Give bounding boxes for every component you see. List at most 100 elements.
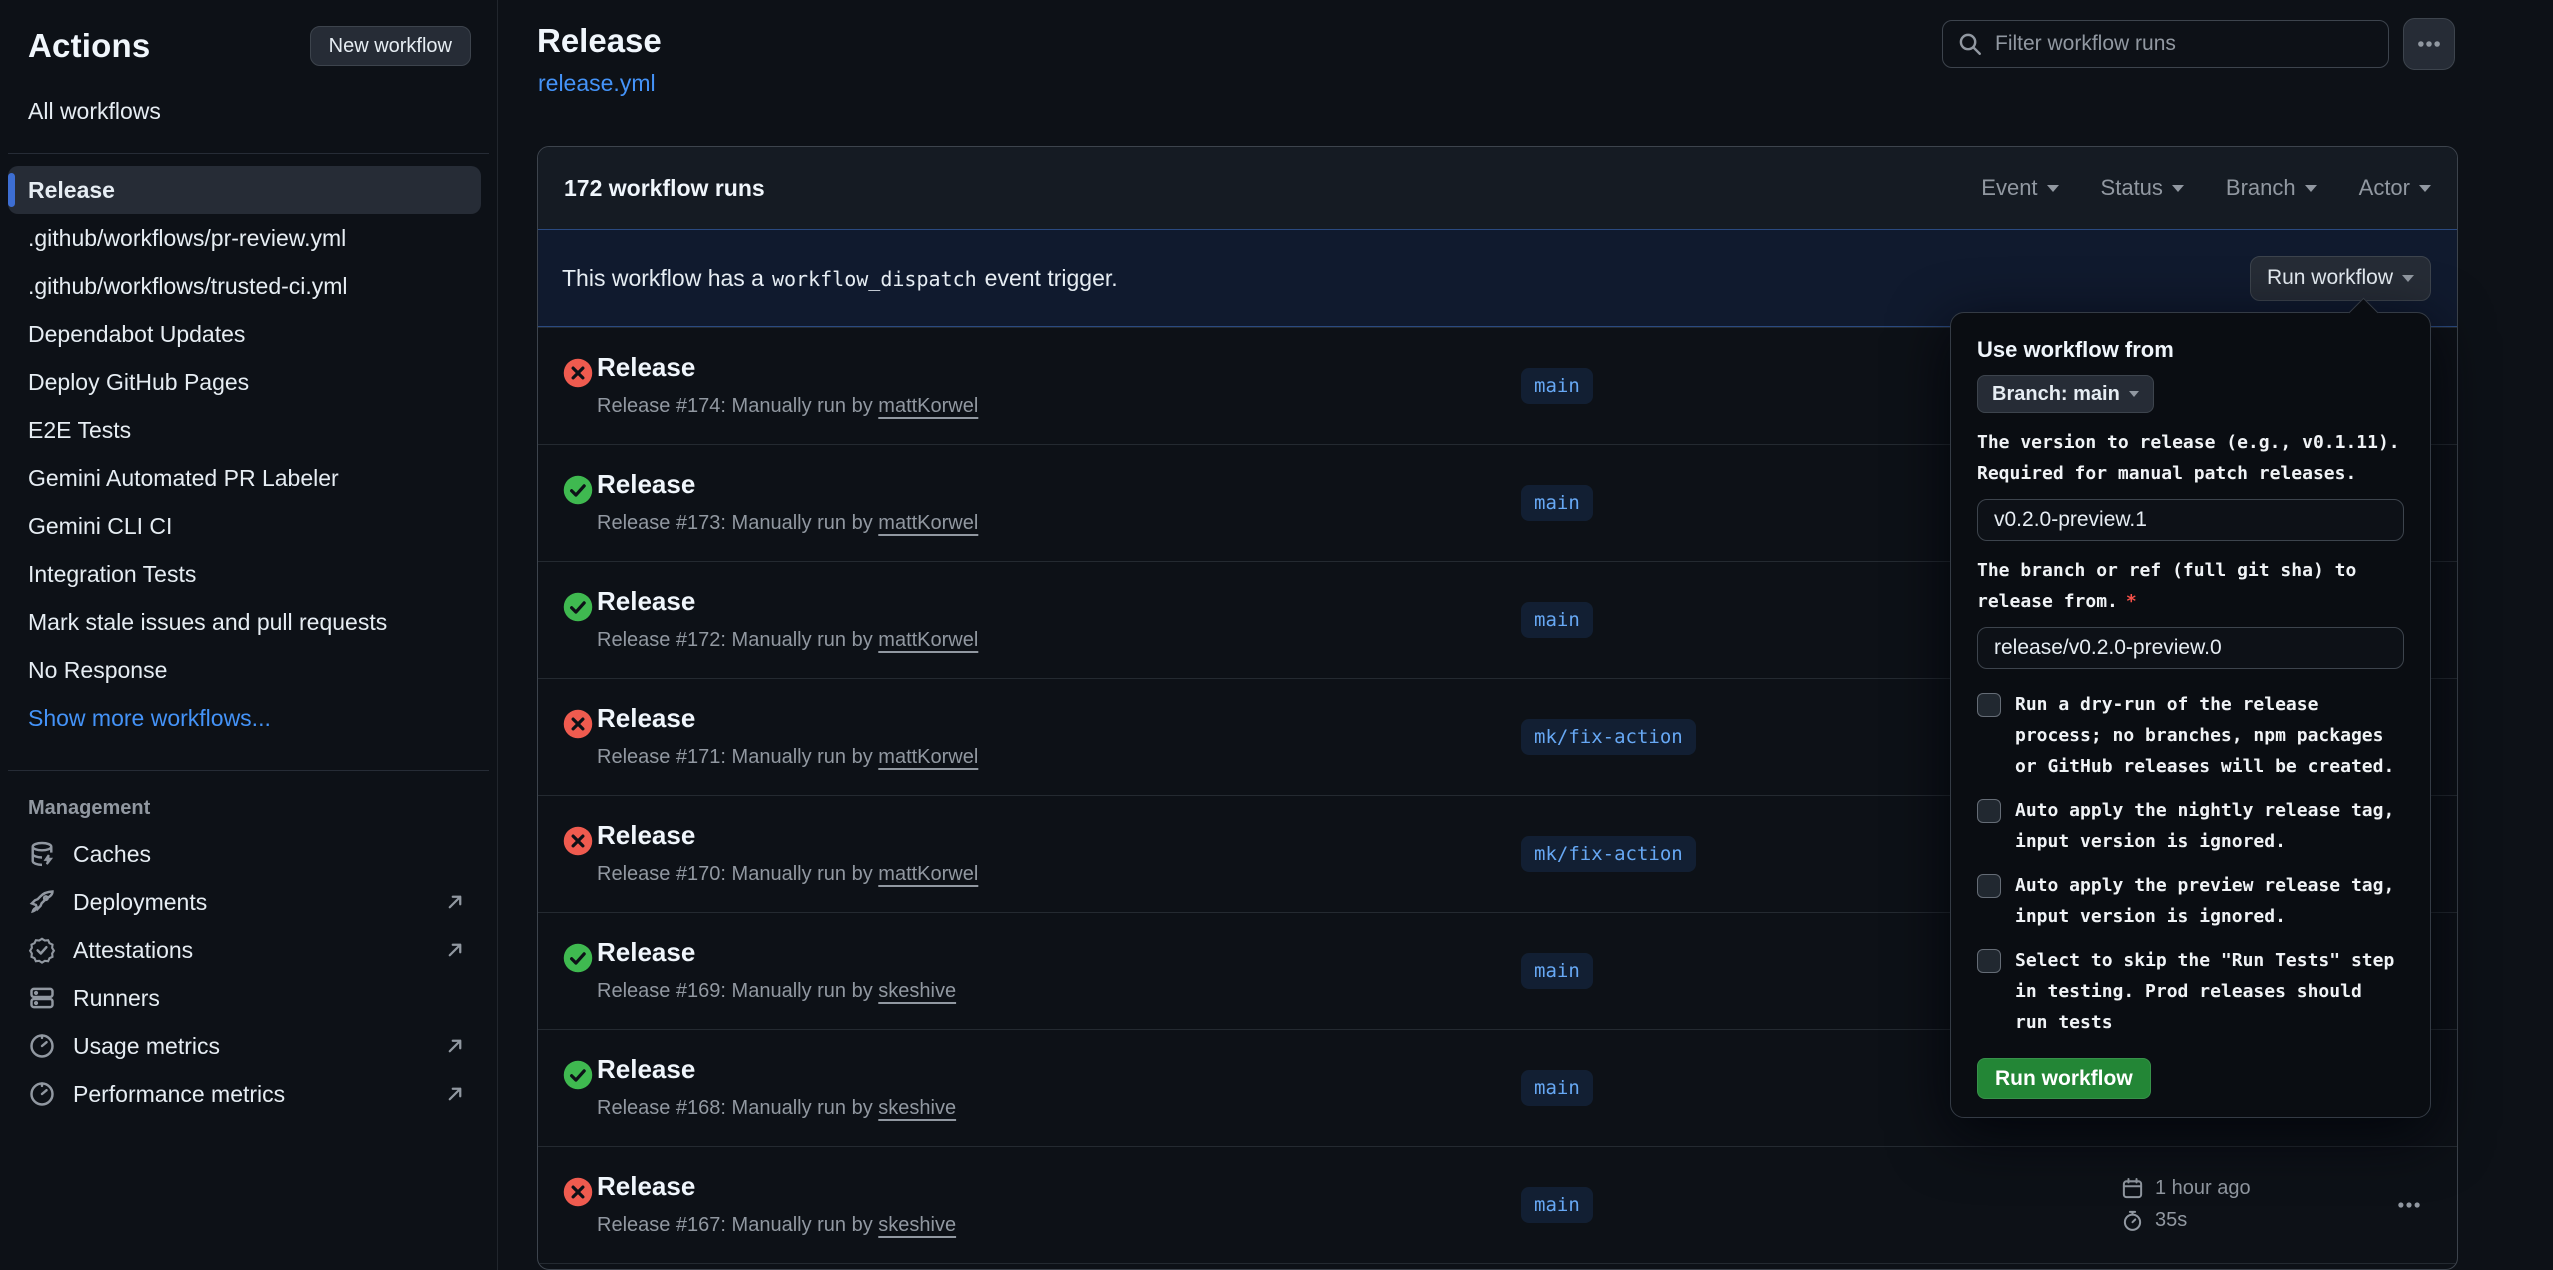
sidebar-item-deployments[interactable]: Deployments	[8, 878, 481, 926]
branch-badge[interactable]: main	[1521, 1187, 1593, 1223]
actor-link[interactable]: mattKorwel	[878, 512, 978, 534]
sidebar-item-dependabot-updates[interactable]: Dependabot Updates	[8, 310, 481, 358]
management-item-label: Deployments	[73, 889, 207, 916]
branch-badge[interactable]: main	[1521, 1070, 1593, 1106]
actor-link[interactable]: skeshive	[878, 1097, 956, 1119]
external-link-icon	[443, 1082, 467, 1106]
sidebar-item-integration-tests[interactable]: Integration Tests	[8, 550, 481, 598]
checkbox-row: Auto apply the nightly release tag, inpu…	[1977, 795, 2404, 857]
actor-link[interactable]: mattKorwel	[878, 746, 978, 768]
run-description: Release #174: Manually run by mattKorwel	[597, 393, 978, 419]
filter-runs-searchbox[interactable]	[1942, 20, 2389, 68]
sidebar-item-gemini-pr-labeler[interactable]: Gemini Automated PR Labeler	[8, 454, 481, 502]
branch-badge[interactable]: main	[1521, 368, 1593, 404]
actor-link[interactable]: skeshive	[878, 1214, 956, 1236]
workflow-run-row[interactable]: Release Release #167: Manually run by sk…	[538, 1146, 2457, 1263]
sidebar-item-caches[interactable]: Caches	[8, 830, 481, 878]
filter-runs-input[interactable]	[1995, 32, 2374, 56]
run-title-link[interactable]: Release	[597, 584, 978, 618]
sidebar-item-no-response[interactable]: No Response	[8, 646, 481, 694]
skip-tests-checkbox[interactable]	[1977, 949, 2001, 973]
success-icon	[563, 592, 593, 622]
server-icon	[28, 984, 56, 1012]
run-description: Release #172: Manually run by mattKorwel	[597, 627, 978, 653]
sidebar-item-gemini-cli-ci[interactable]: Gemini CLI CI	[8, 502, 481, 550]
external-link-icon	[443, 938, 467, 962]
failure-icon	[563, 826, 593, 856]
actor-link[interactable]: mattKorwel	[878, 629, 978, 651]
branch-badge[interactable]: main	[1521, 485, 1593, 521]
checkbox-row: Run a dry-run of the release process; no…	[1977, 689, 2404, 782]
actor-link[interactable]: skeshive	[878, 980, 956, 1002]
sidebar-item-trusted-ci[interactable]: .github/workflows/trusted-ci.yml	[8, 262, 481, 310]
dry-run-checkbox[interactable]	[1977, 693, 2001, 717]
management-item-label: Runners	[73, 985, 160, 1012]
chevron-down-icon	[2047, 185, 2059, 192]
show-more-workflows-link[interactable]: Show more workflows...	[8, 694, 481, 742]
chevron-down-icon	[2402, 275, 2414, 282]
chevron-down-icon	[2305, 185, 2317, 192]
branch-badge[interactable]: main	[1521, 602, 1593, 638]
row-divider	[538, 1263, 2457, 1270]
sidebar-item-mark-stale[interactable]: Mark stale issues and pull requests	[8, 598, 481, 646]
run-title-link[interactable]: Release	[597, 1052, 956, 1086]
workflow-options-kebab-button[interactable]	[2403, 18, 2455, 70]
preview-tag-checkbox[interactable]	[1977, 874, 2001, 898]
workflow-file-link[interactable]: release.yml	[538, 70, 656, 97]
run-title-link[interactable]: Release	[597, 350, 978, 384]
failure-icon	[563, 1177, 593, 1207]
filter-event-dropdown[interactable]: Event	[1981, 175, 2058, 201]
run-title-link[interactable]: Release	[597, 701, 978, 735]
branch-selector-button[interactable]: Branch: main	[1977, 375, 2154, 413]
sidebar-item-usage-metrics[interactable]: Usage metrics	[8, 1022, 481, 1070]
filter-actor-dropdown[interactable]: Actor	[2359, 175, 2431, 201]
workflow-list: Release .github/workflows/pr-review.yml …	[8, 166, 481, 742]
run-description: Release #171: Manually run by mattKorwel	[597, 744, 978, 770]
sidebar-item-deploy-github-pages[interactable]: Deploy GitHub Pages	[8, 358, 481, 406]
new-workflow-button[interactable]: New workflow	[310, 26, 471, 66]
branch-badge[interactable]: mk/fix-action	[1521, 719, 1696, 755]
sidebar-item-attestations[interactable]: Attestations	[8, 926, 481, 974]
skip-tests-checkbox-label: Select to skip the "Run Tests" step in t…	[2015, 945, 2404, 1038]
chevron-down-icon	[2172, 185, 2184, 192]
all-workflows-link[interactable]: All workflows	[28, 98, 469, 125]
run-title-link[interactable]: Release	[597, 1169, 956, 1203]
ref-input[interactable]	[1977, 627, 2404, 669]
selected-indicator-bar	[8, 173, 15, 207]
actor-link[interactable]: mattKorwel	[878, 395, 978, 417]
run-workflow-submit-button[interactable]: Run workflow	[1977, 1058, 2151, 1099]
sidebar-item-e2e-tests[interactable]: E2E Tests	[8, 406, 481, 454]
run-description: Release #167: Manually run by skeshive	[597, 1212, 956, 1238]
sidebar-item-runners[interactable]: Runners	[8, 974, 481, 1022]
run-title-link[interactable]: Release	[597, 467, 978, 501]
run-workflow-dropdown-button[interactable]: Run workflow	[2250, 256, 2431, 301]
run-description: Release #168: Manually run by skeshive	[597, 1095, 956, 1121]
run-title-link[interactable]: Release	[597, 818, 978, 852]
stopwatch-icon	[2121, 1209, 2144, 1232]
runs-count: 172 workflow runs	[564, 175, 765, 202]
run-options-kebab-button[interactable]	[2396, 1190, 2436, 1220]
branch-badge[interactable]: main	[1521, 953, 1593, 989]
filter-branch-dropdown[interactable]: Branch	[2226, 175, 2317, 201]
success-icon	[563, 1060, 593, 1090]
cache-icon	[28, 840, 56, 868]
management-list: Caches Deployments Attestations Runne	[8, 830, 481, 1118]
sidebar-item-label: Deploy GitHub Pages	[28, 369, 249, 396]
actions-sidebar: Actions New workflow All workflows Relea…	[0, 0, 498, 1270]
chevron-down-icon	[2419, 185, 2431, 192]
preview-tag-checkbox-label: Auto apply the preview release tag, inpu…	[2015, 870, 2404, 932]
sidebar-item-pr-review[interactable]: .github/workflows/pr-review.yml	[8, 214, 481, 262]
actor-link[interactable]: mattKorwel	[878, 863, 978, 885]
run-title-link[interactable]: Release	[597, 935, 956, 969]
required-asterisk: *	[2126, 591, 2137, 612]
sidebar-item-release[interactable]: Release	[8, 166, 481, 214]
sidebar-item-performance-metrics[interactable]: Performance metrics	[8, 1070, 481, 1118]
meter-icon	[28, 1080, 56, 1108]
version-input[interactable]	[1977, 499, 2404, 541]
filter-status-dropdown[interactable]: Status	[2101, 175, 2184, 201]
run-workflow-label: Run workflow	[2267, 266, 2393, 290]
success-icon	[563, 943, 593, 973]
nightly-tag-checkbox[interactable]	[1977, 799, 2001, 823]
ref-field-label: The branch or ref (full git sha) to rele…	[1977, 555, 2404, 617]
branch-badge[interactable]: mk/fix-action	[1521, 836, 1696, 872]
